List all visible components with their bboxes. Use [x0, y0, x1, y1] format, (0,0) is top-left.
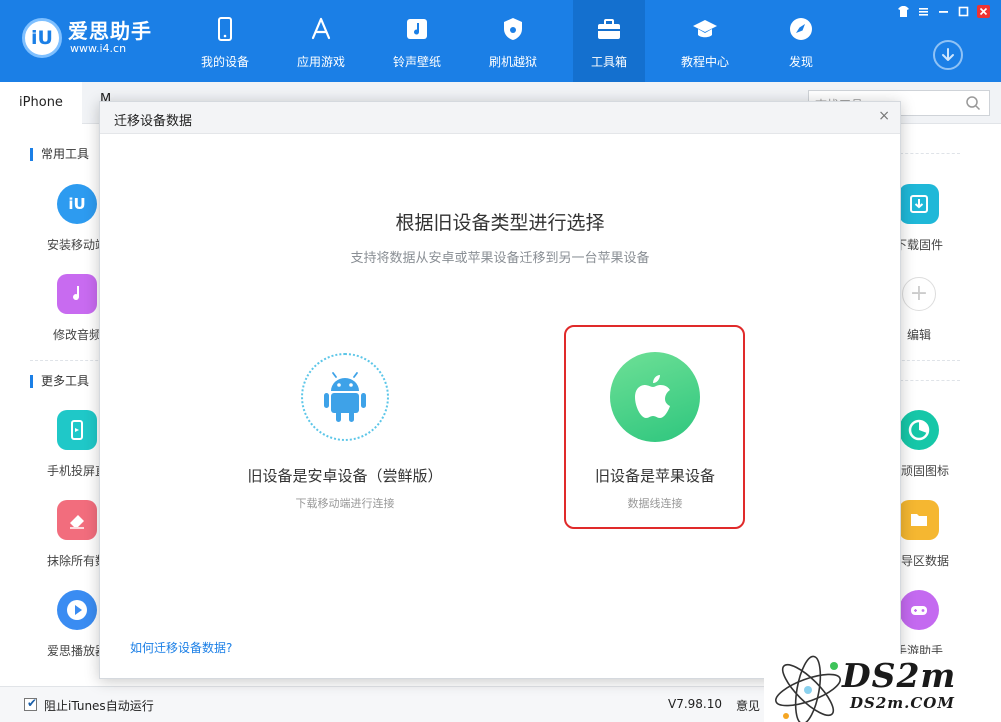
toolbox-icon: [598, 19, 620, 39]
android-option-title: 旧设备是安卓设备（尝鲜版）: [247, 467, 443, 485]
nav-apps-games[interactable]: 应用游戏: [285, 0, 357, 82]
nav-label: 工具箱: [590, 55, 627, 69]
compass-icon: [790, 18, 812, 40]
app-logo: iU 爱思助手 www.i4.cn: [22, 18, 152, 58]
block-itunes-label[interactable]: 阻止iTunes自动运行: [44, 697, 154, 714]
menu-icon: [919, 8, 928, 16]
nav-my-device[interactable]: 我的设备: [189, 0, 261, 82]
ringtone-icon: [57, 274, 97, 314]
minimize-icon: [939, 11, 948, 13]
section-common-tools: 常用工具: [30, 148, 89, 161]
migration-help-link[interactable]: 如何迁移设备数据?: [130, 639, 232, 656]
watermark-url: DS2m.COM: [850, 694, 955, 712]
close-window-button[interactable]: [977, 5, 990, 18]
dialog-close-button[interactable]: ×: [878, 108, 890, 124]
nav-label: 教程中心: [680, 55, 729, 69]
download-manager-button[interactable]: [933, 40, 963, 70]
pie-icon: [899, 410, 939, 450]
dialog-header: 迁移设备数据 ×: [100, 102, 900, 134]
menu-button[interactable]: [917, 5, 930, 18]
android-option-subtitle: 下载移动端进行连接: [295, 497, 395, 510]
nav-label: 我的设备: [200, 55, 249, 69]
block-itunes-checkbox[interactable]: ✔: [24, 696, 38, 711]
nav-tutorials[interactable]: 教程中心: [669, 0, 741, 82]
phone-icon: [218, 17, 232, 41]
app-name: 爱思助手: [68, 19, 152, 43]
top-bar: iU 爱思助手 www.i4.cn 我的设备 应用游戏 铃声壁纸 刷机越狱 工具…: [0, 0, 1001, 82]
minimize-button[interactable]: [937, 5, 950, 18]
skin-button[interactable]: [897, 5, 910, 18]
feedback-link[interactable]: 意见: [736, 697, 760, 714]
screen-mirror-icon: [57, 410, 97, 450]
shield-icon: [504, 18, 522, 40]
nav-ringtones[interactable]: 铃声壁纸: [381, 0, 453, 82]
play-icon: [57, 590, 97, 630]
nav-toolbox[interactable]: 工具箱: [573, 0, 645, 82]
graduation-cap-icon: [693, 20, 717, 38]
maximize-button[interactable]: [957, 5, 970, 18]
plus-icon: +: [902, 277, 936, 311]
section-divider: [900, 380, 960, 381]
section-divider: [900, 153, 960, 154]
search-icon[interactable]: [965, 95, 981, 111]
watermark: DS2m DS2m.COM: [764, 654, 1001, 722]
nav-label: 刷机越狱: [488, 55, 537, 69]
download-arrow-icon: [942, 48, 954, 61]
maximize-icon: [958, 6, 969, 17]
apple-option-highlight: [564, 325, 745, 529]
i4-app-icon: iU: [57, 184, 97, 224]
nav-flash-jailbreak[interactable]: 刷机越狱: [477, 0, 549, 82]
nav-label: 发现: [788, 55, 813, 69]
dialog-subheading: 支持将数据从安卓或苹果设备迁移到另一台苹果设备: [350, 251, 650, 266]
i4-logo-icon: iU: [22, 18, 62, 58]
folder-icon: [899, 500, 939, 540]
tab-iphone[interactable]: iPhone: [0, 82, 82, 124]
dialog-heading: 根据旧设备类型进行选择: [395, 212, 605, 234]
dialog-title: 迁移设备数据: [114, 114, 193, 129]
checkmark-icon: ✔: [27, 696, 38, 710]
shirt-icon: [898, 6, 909, 17]
migrate-data-dialog: 迁移设备数据 × 根据旧设备类型进行选择 支持将数据从安卓或苹果设备迁移到另一台…: [99, 101, 901, 679]
app-url: www.i4.cn: [70, 42, 127, 55]
close-icon: [979, 7, 988, 16]
music-icon: [407, 19, 427, 39]
eraser-icon: [57, 500, 97, 540]
atom-logo-icon: [775, 655, 841, 722]
app-store-icon: [311, 17, 331, 40]
watermark-text: DS2m: [842, 656, 957, 695]
nav-label: 应用游戏: [296, 55, 345, 69]
firmware-download-icon: [899, 184, 939, 224]
android-option[interactable]: 旧设备是安卓设备（尝鲜版） 下载移动端进行连接: [225, 465, 465, 511]
section-more-tools: 更多工具: [30, 375, 89, 388]
nav-label: 铃声壁纸: [392, 55, 441, 69]
android-option-button[interactable]: [301, 353, 389, 441]
android-icon: [324, 372, 366, 422]
gamepad-icon: [899, 590, 939, 630]
version-text: V7.98.10: [668, 697, 723, 711]
nav-discover[interactable]: 发现: [765, 0, 837, 82]
